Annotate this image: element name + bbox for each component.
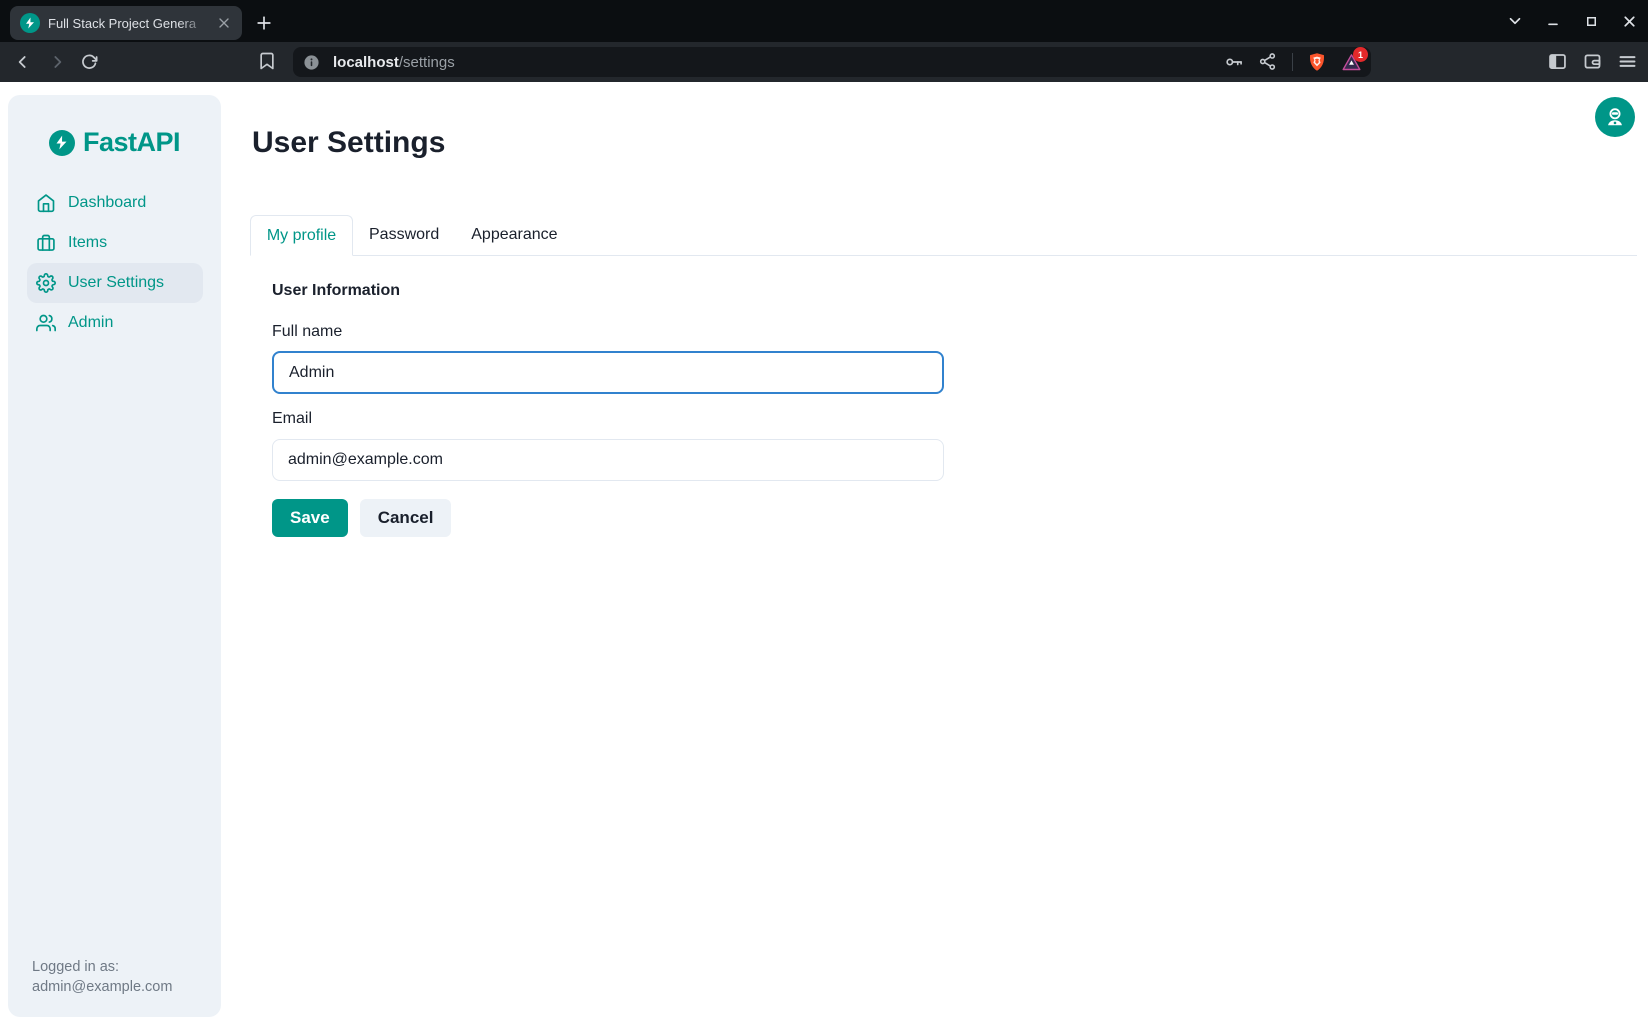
toolbar-divider bbox=[1292, 53, 1293, 71]
fastapi-favicon-icon bbox=[20, 13, 40, 33]
tab-my-profile[interactable]: My profile bbox=[250, 215, 353, 256]
site-info-icon[interactable] bbox=[303, 54, 320, 71]
toolbar-right bbox=[1547, 51, 1638, 72]
bookmark-icon[interactable] bbox=[257, 51, 279, 73]
forward-icon[interactable] bbox=[46, 51, 68, 73]
brave-rewards-icon[interactable]: 1 bbox=[1341, 52, 1361, 72]
menu-icon[interactable] bbox=[1617, 51, 1638, 72]
url-bar[interactable]: localhost/settings 1 bbox=[293, 47, 1371, 77]
sidebar-item-items[interactable]: Items bbox=[27, 223, 203, 263]
logo-text: FastAPI bbox=[83, 127, 180, 158]
settings-tabs: My profile Password Appearance bbox=[250, 215, 1637, 256]
url-text: localhost/settings bbox=[333, 54, 1224, 71]
sidebar-item-label: Dashboard bbox=[68, 194, 146, 212]
rewards-badge: 1 bbox=[1353, 47, 1368, 62]
url-host: localhost bbox=[333, 54, 399, 71]
full-name-label: Full name bbox=[272, 323, 342, 341]
user-astronaut-icon bbox=[1604, 106, 1626, 128]
side-panel-icon[interactable] bbox=[1547, 51, 1568, 72]
browser-tab-bar: Full Stack Project Genera bbox=[0, 0, 1648, 42]
gear-icon bbox=[36, 273, 56, 293]
new-tab-icon[interactable] bbox=[250, 9, 278, 37]
briefcase-icon bbox=[36, 233, 56, 253]
share-icon[interactable] bbox=[1258, 52, 1278, 72]
reload-icon[interactable] bbox=[78, 51, 100, 73]
sidebar-item-admin[interactable]: Admin bbox=[27, 303, 203, 343]
sidebar-item-label: User Settings bbox=[68, 274, 164, 292]
email-input[interactable] bbox=[272, 439, 944, 481]
back-icon[interactable] bbox=[12, 51, 34, 73]
sidebar: FastAPI Dashboard Items bbox=[8, 95, 221, 1017]
users-icon bbox=[36, 313, 56, 333]
page-content: FastAPI Dashboard Items bbox=[0, 82, 1648, 1025]
window-controls bbox=[1504, 0, 1640, 42]
logged-in-label: Logged in as: bbox=[32, 957, 172, 977]
sidebar-item-label: Items bbox=[68, 234, 107, 252]
url-actions: 1 bbox=[1224, 52, 1361, 72]
tab-password[interactable]: Password bbox=[353, 215, 455, 255]
section-title: User Information bbox=[272, 282, 400, 300]
url-path: /settings bbox=[399, 54, 455, 71]
minimize-icon[interactable] bbox=[1542, 10, 1564, 32]
fastapi-logo: FastAPI bbox=[8, 127, 221, 158]
maximize-icon[interactable] bbox=[1580, 10, 1602, 32]
sidebar-nav: Dashboard Items User Settings bbox=[27, 183, 203, 343]
logged-in-info: Logged in as: admin@example.com bbox=[32, 957, 172, 997]
browser-toolbar: localhost/settings 1 bbox=[0, 42, 1648, 82]
tab-appearance[interactable]: Appearance bbox=[455, 215, 573, 255]
tab-search-chevron-icon[interactable] bbox=[1504, 10, 1526, 32]
home-icon bbox=[36, 193, 56, 213]
sidebar-item-dashboard[interactable]: Dashboard bbox=[27, 183, 203, 223]
form-actions: Save Cancel bbox=[272, 499, 451, 537]
save-button[interactable]: Save bbox=[272, 499, 348, 537]
sidebar-item-label: Admin bbox=[68, 314, 113, 332]
fastapi-bolt-icon bbox=[49, 130, 75, 156]
close-icon[interactable] bbox=[1618, 10, 1640, 32]
key-icon[interactable] bbox=[1224, 52, 1244, 72]
user-menu-button[interactable] bbox=[1595, 97, 1635, 137]
brave-shield-icon[interactable] bbox=[1307, 52, 1327, 72]
email-label: Email bbox=[272, 410, 312, 428]
wallet-icon[interactable] bbox=[1582, 51, 1603, 72]
full-name-input[interactable] bbox=[272, 351, 944, 394]
page-title: User Settings bbox=[252, 126, 445, 160]
cancel-button[interactable]: Cancel bbox=[360, 499, 452, 537]
browser-window: Full Stack Project Genera bbox=[0, 0, 1648, 1025]
tab-title: Full Stack Project Genera bbox=[48, 16, 208, 31]
tab-close-icon[interactable] bbox=[216, 15, 232, 31]
logged-in-email: admin@example.com bbox=[32, 977, 172, 997]
browser-tab[interactable]: Full Stack Project Genera bbox=[10, 6, 242, 40]
sidebar-item-user-settings[interactable]: User Settings bbox=[27, 263, 203, 303]
